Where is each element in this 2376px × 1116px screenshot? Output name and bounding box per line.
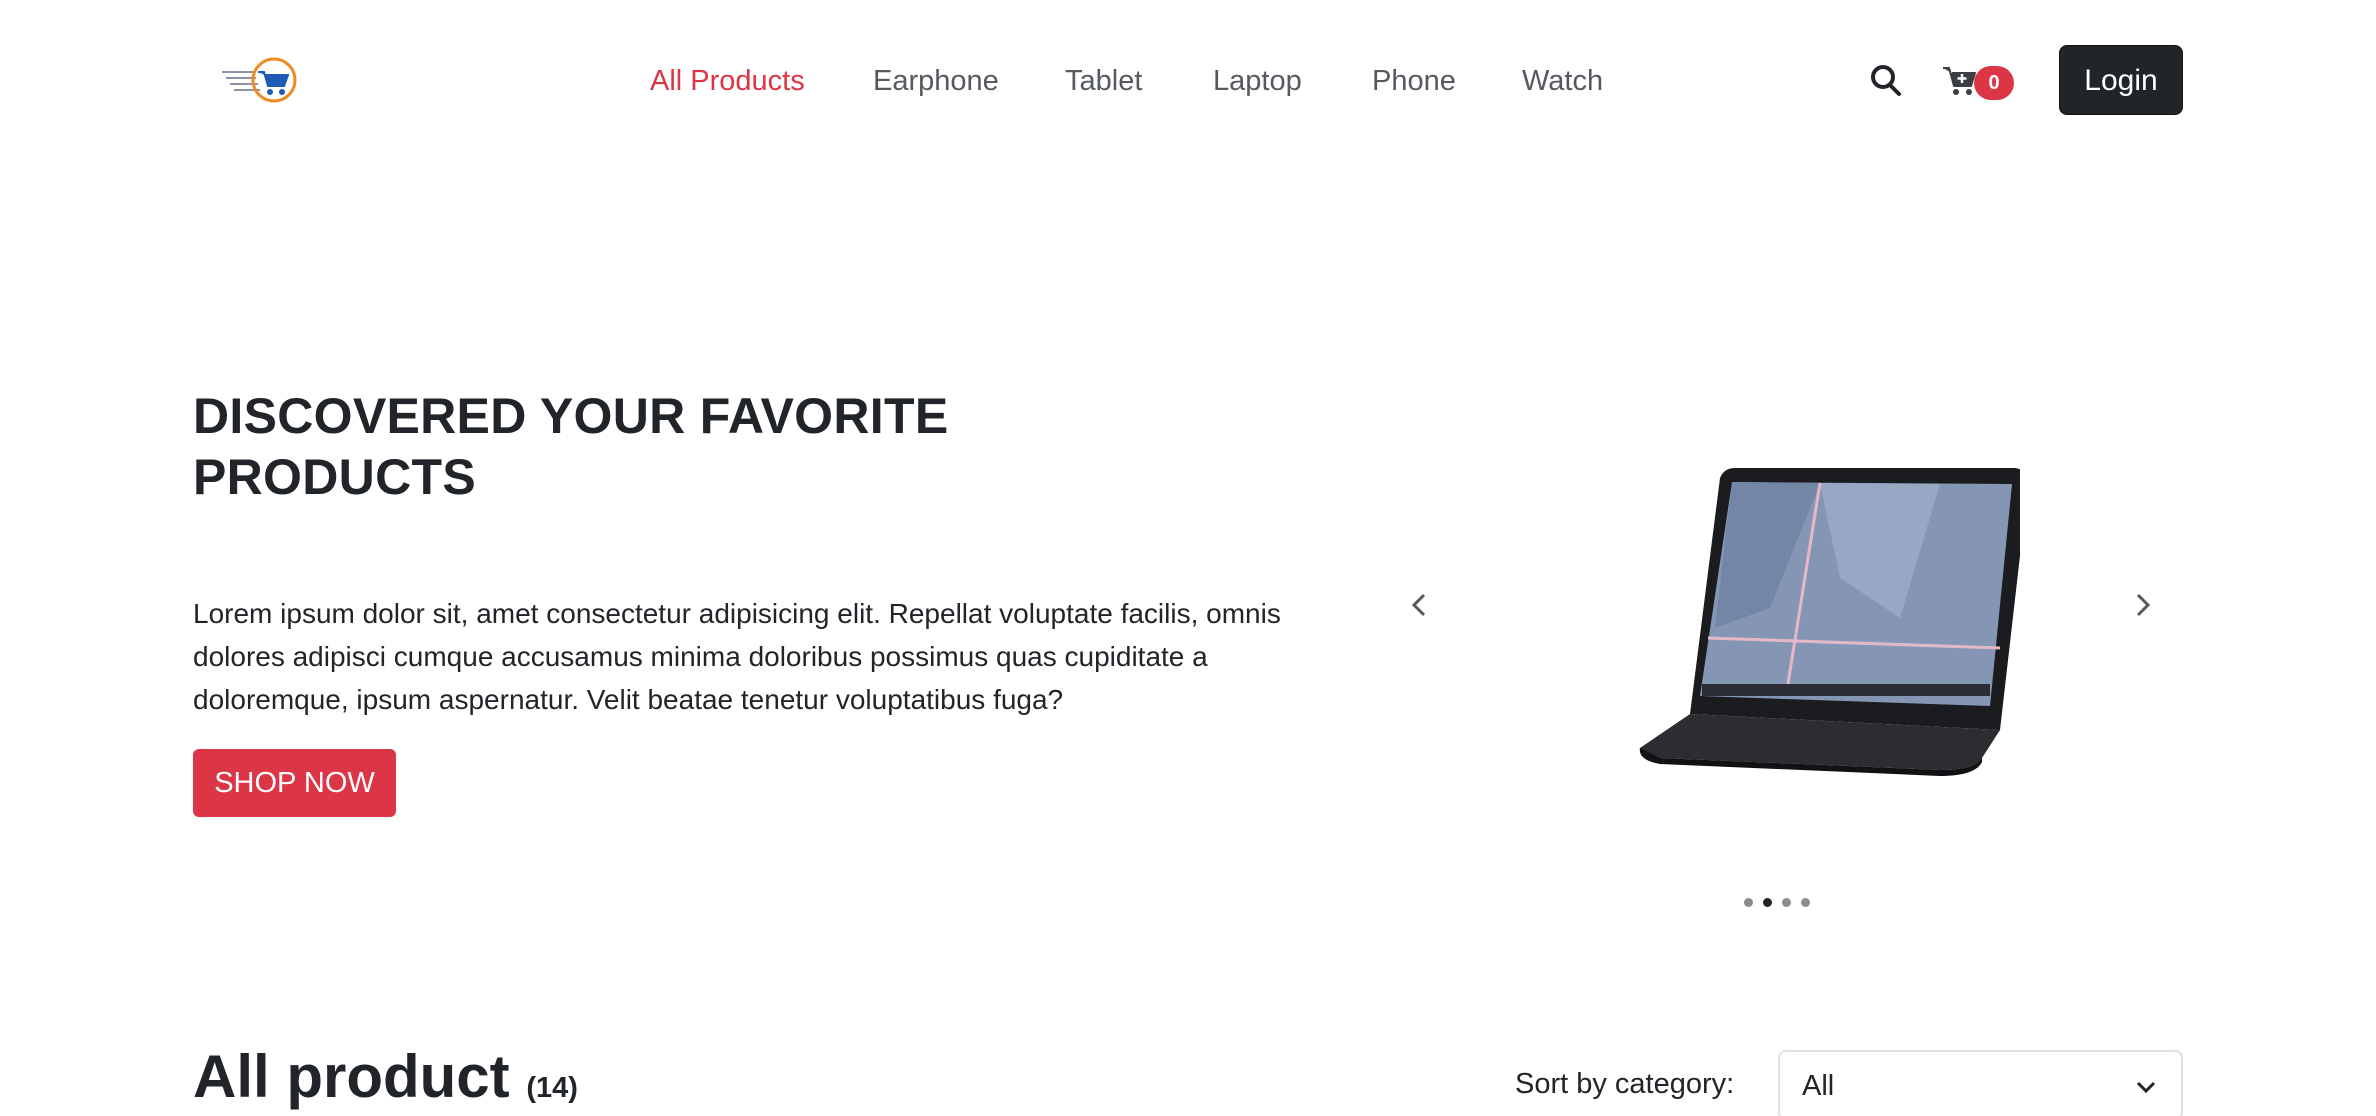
nav-all-products[interactable]: All Products [650, 58, 805, 104]
products-count: (14) [526, 1072, 578, 1104]
products-title: All product [193, 1043, 510, 1110]
hero-title: DISCOVERED YOUR FAVORITE PRODUCTS [193, 386, 1093, 508]
login-button[interactable]: Login [2059, 45, 2183, 115]
nav-earphone[interactable]: Earphone [873, 58, 999, 104]
nav-tablet[interactable]: Tablet [1065, 58, 1142, 104]
cart-count-badge: 0 [1974, 66, 2014, 100]
products-heading: All product (14) [193, 1040, 578, 1116]
chevron-right-icon[interactable] [2122, 580, 2162, 630]
sort-category-select[interactable]: All [1778, 1050, 2183, 1116]
hero-carousel [1400, 440, 2180, 920]
carousel-dot[interactable] [1744, 898, 1753, 907]
hero-title-line1: DISCOVERED YOUR FAVORITE [193, 388, 949, 444]
carousel-dot[interactable] [1782, 898, 1791, 907]
cart-logo-icon[interactable] [220, 50, 302, 110]
sort-label: Sort by category: [1515, 1068, 1735, 1100]
hero-description: Lorem ipsum dolor sit, amet consectetur … [193, 598, 1281, 715]
sort-selected-value: All [1802, 1070, 1835, 1102]
carousel-dot[interactable] [1801, 898, 1810, 907]
cart-button[interactable]: 0 [1942, 60, 2014, 104]
search-icon[interactable] [1868, 60, 1904, 100]
header: All Products Earphone Tablet Laptop Phon… [0, 0, 2376, 160]
carousel-indicators [1744, 898, 1810, 907]
chevron-down-icon [2133, 1074, 2159, 1100]
shop-now-button[interactable]: SHOP NOW [193, 749, 396, 817]
nav-watch[interactable]: Watch [1522, 58, 1603, 104]
carousel-dot-active[interactable] [1763, 898, 1772, 907]
chevron-left-icon[interactable] [1400, 580, 1440, 630]
laptop-image [1520, 458, 2029, 778]
hero-title-line2: PRODUCTS [193, 449, 476, 505]
cart-plus-icon [1942, 64, 1978, 103]
nav-laptop[interactable]: Laptop [1213, 58, 1302, 104]
nav-phone[interactable]: Phone [1372, 58, 1456, 104]
